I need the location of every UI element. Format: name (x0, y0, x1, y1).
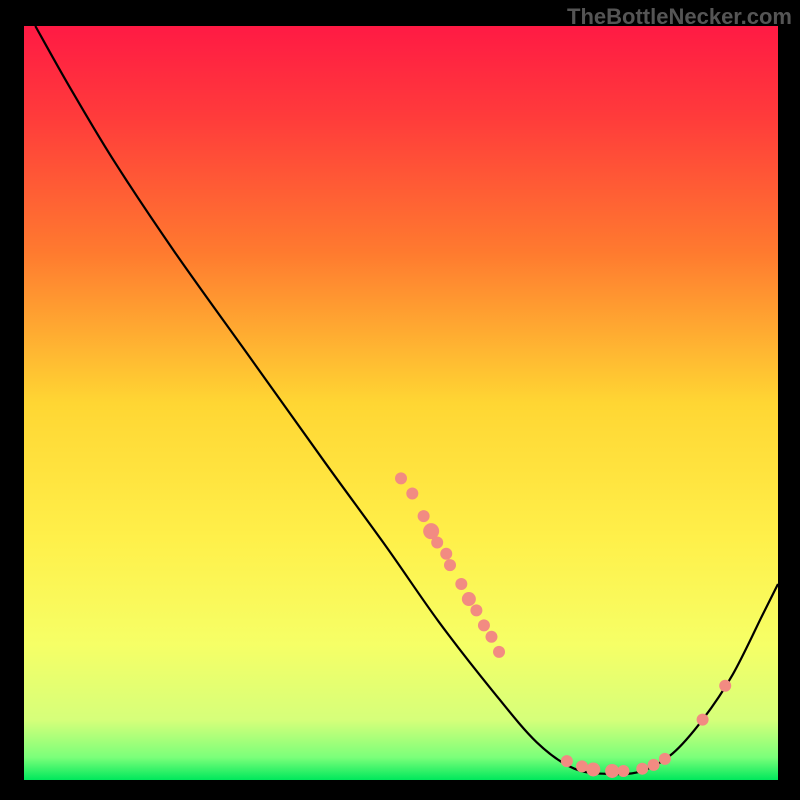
scatter-point (485, 631, 497, 643)
plot-background (24, 26, 778, 780)
scatter-point (395, 472, 407, 484)
scatter-point (406, 487, 418, 499)
scatter-point (418, 510, 430, 522)
scatter-point (617, 765, 629, 777)
scatter-point (493, 646, 505, 658)
scatter-point (648, 759, 660, 771)
scatter-point (659, 753, 671, 765)
scatter-point (576, 760, 588, 772)
watermark-text: TheBottleNecker.com (567, 4, 792, 30)
scatter-point (478, 619, 490, 631)
scatter-point (431, 536, 443, 548)
scatter-point (719, 680, 731, 692)
chart-svg (0, 0, 800, 800)
scatter-point (697, 714, 709, 726)
scatter-point (605, 764, 619, 778)
scatter-point (440, 548, 452, 560)
scatter-point (636, 763, 648, 775)
scatter-point (586, 762, 600, 776)
scatter-point (462, 592, 476, 606)
scatter-point (561, 755, 573, 767)
chart-container: TheBottleNecker.com (0, 0, 800, 800)
scatter-point (470, 604, 482, 616)
scatter-point (444, 559, 456, 571)
scatter-point (455, 578, 467, 590)
